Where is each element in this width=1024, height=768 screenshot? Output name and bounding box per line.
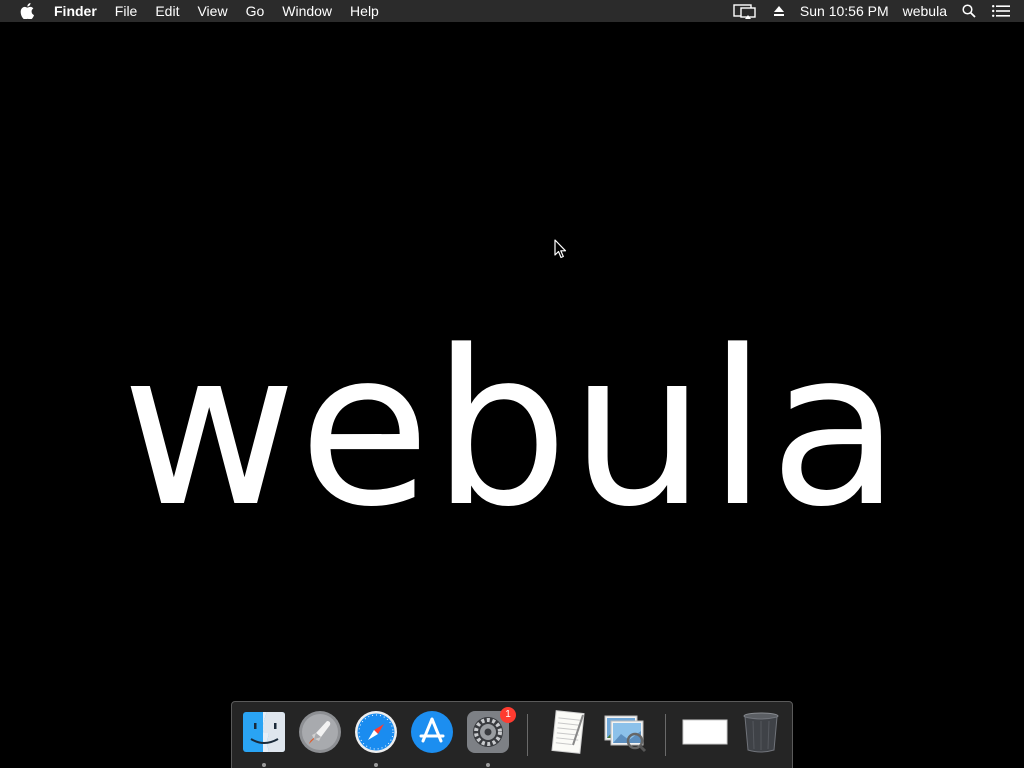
system-preferences-running-indicator bbox=[486, 763, 490, 767]
dock-separator bbox=[527, 714, 528, 756]
menu-bar-left: Finder File Edit View Go Window Help bbox=[0, 0, 388, 22]
eject-icon[interactable] bbox=[765, 0, 793, 22]
menu-bar: Finder File Edit View Go Window Help Sun… bbox=[0, 0, 1024, 22]
menu-view[interactable]: View bbox=[188, 0, 236, 22]
notification-center-icon[interactable] bbox=[984, 0, 1024, 22]
trash-icon bbox=[743, 712, 779, 753]
launchpad-rocket-icon bbox=[299, 711, 341, 753]
menu-bar-clock[interactable]: Sun 10:56 PM bbox=[793, 0, 896, 22]
menu-help[interactable]: Help bbox=[341, 0, 388, 22]
dock-item-system-preferences[interactable]: 1 bbox=[465, 707, 516, 755]
menu-bar-status: Sun 10:56 PM webula bbox=[725, 0, 1024, 22]
window-thumbnail-icon bbox=[682, 719, 728, 745]
textedit-document-icon bbox=[551, 710, 585, 754]
dock-item-minimized-window[interactable] bbox=[682, 709, 728, 755]
safari-running-indicator bbox=[374, 763, 378, 767]
menu-bar-user[interactable]: webula bbox=[896, 0, 954, 22]
dock-item-safari[interactable] bbox=[353, 709, 399, 755]
menu-edit[interactable]: Edit bbox=[146, 0, 188, 22]
dock-item-launchpad[interactable] bbox=[297, 709, 343, 755]
app-store-icon bbox=[411, 711, 453, 753]
dock-item-preview[interactable] bbox=[601, 709, 647, 755]
notification-badge: 1 bbox=[500, 707, 516, 723]
dock-item-trash[interactable] bbox=[738, 709, 784, 755]
finder-icon bbox=[243, 712, 285, 752]
mouse-cursor-icon bbox=[554, 239, 567, 259]
safari-compass-icon bbox=[355, 711, 397, 753]
dock-item-finder[interactable] bbox=[241, 709, 287, 755]
menu-file[interactable]: File bbox=[106, 0, 147, 22]
preview-photos-icon bbox=[604, 715, 647, 753]
dock-separator bbox=[665, 714, 666, 756]
apple-icon[interactable] bbox=[19, 3, 35, 19]
spotlight-search-icon[interactable] bbox=[954, 0, 984, 22]
menu-app-finder[interactable]: Finder bbox=[54, 0, 106, 22]
dock-item-textedit[interactable] bbox=[545, 709, 591, 755]
dock: 1 bbox=[231, 701, 793, 768]
desktop: Finder File Edit View Go Window Help Sun… bbox=[0, 0, 1024, 768]
menu-go[interactable]: Go bbox=[237, 0, 274, 22]
finder-running-indicator bbox=[262, 763, 266, 767]
menu-window[interactable]: Window bbox=[273, 0, 341, 22]
wallpaper-text: webula bbox=[121, 305, 903, 554]
dock-item-app-store[interactable] bbox=[409, 709, 455, 755]
airplay-display-icon[interactable] bbox=[725, 0, 765, 22]
